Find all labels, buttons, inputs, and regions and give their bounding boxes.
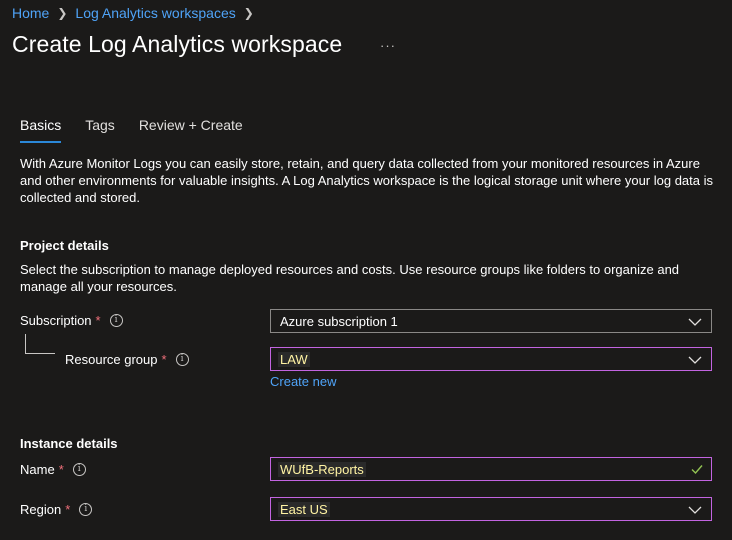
- required-marker: *: [95, 313, 101, 328]
- region-value: East US: [278, 501, 330, 517]
- chevron-right-icon: ❯: [57, 6, 68, 20]
- name-input[interactable]: WUfB-Reports: [270, 457, 712, 481]
- subscription-dropdown[interactable]: Azure subscription 1: [270, 309, 712, 333]
- checkmark-icon: [691, 465, 703, 475]
- page-title: Create Log Analytics workspace: [12, 31, 343, 57]
- more-options-icon[interactable]: ···: [380, 38, 396, 53]
- resource-group-label-text: Resource group: [65, 352, 158, 367]
- resource-group-value: LAW: [278, 351, 310, 367]
- tab-tags[interactable]: Tags: [85, 117, 115, 143]
- required-marker: *: [161, 352, 167, 367]
- region-label: Region * i: [20, 502, 93, 517]
- intro-text: With Azure Monitor Logs you can easily s…: [20, 156, 714, 205]
- project-details-heading: Project details: [20, 238, 109, 253]
- tree-connector: [25, 334, 26, 354]
- info-icon[interactable]: i: [175, 353, 189, 366]
- chevron-right-icon: ❯: [243, 6, 254, 20]
- create-new-link[interactable]: Create new: [270, 374, 336, 389]
- name-value: WUfB-Reports: [278, 461, 366, 477]
- name-label: Name * i: [20, 462, 86, 477]
- name-label-text: Name: [20, 462, 55, 477]
- subscription-label-text: Subscription: [20, 313, 92, 328]
- tab-strip: Basics Tags Review + Create: [20, 117, 243, 143]
- tab-basics[interactable]: Basics: [20, 117, 62, 143]
- info-icon[interactable]: i: [72, 463, 86, 476]
- region-dropdown[interactable]: East US: [270, 497, 712, 521]
- tree-connector: [25, 353, 55, 354]
- tab-review-create[interactable]: Review + Create: [139, 117, 243, 143]
- breadcrumb-home-link[interactable]: Home: [12, 5, 49, 21]
- required-marker: *: [58, 462, 64, 477]
- project-details-description: Select the subscription to manage deploy…: [20, 262, 680, 294]
- resource-group-dropdown[interactable]: LAW: [270, 347, 712, 371]
- resource-group-label: Resource group * i: [65, 352, 189, 367]
- instance-details-heading: Instance details: [20, 436, 118, 451]
- breadcrumb: Home ❯ Log Analytics workspaces ❯: [12, 5, 262, 21]
- info-icon[interactable]: i: [109, 314, 123, 327]
- subscription-label: Subscription * i: [20, 313, 123, 328]
- breadcrumb-log-analytics-link[interactable]: Log Analytics workspaces: [75, 5, 235, 21]
- region-label-text: Region: [20, 502, 62, 517]
- chevron-down-icon: [688, 318, 702, 326]
- info-icon[interactable]: i: [79, 503, 93, 516]
- subscription-value: Azure subscription 1: [280, 313, 398, 329]
- chevron-down-icon: [688, 506, 702, 514]
- required-marker: *: [65, 502, 71, 517]
- chevron-down-icon: [688, 356, 702, 364]
